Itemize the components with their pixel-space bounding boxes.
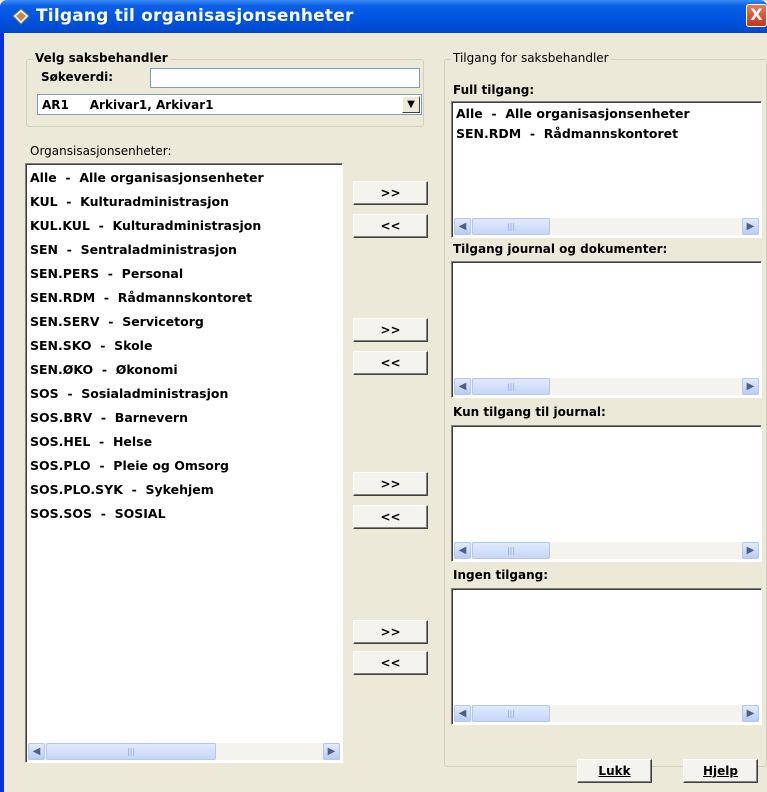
remove-journal-only-button[interactable]: << bbox=[353, 505, 428, 529]
add-full-access-button[interactable]: >> bbox=[353, 181, 428, 205]
scroll-left-icon[interactable]: ◀ bbox=[454, 378, 471, 395]
scroll-right-icon[interactable]: ▶ bbox=[742, 542, 759, 559]
journal-only-scrollbar[interactable]: ◀ ||| ▶ bbox=[454, 542, 759, 559]
scroll-thumb[interactable]: ||| bbox=[472, 378, 550, 395]
scroll-left-icon[interactable]: ◀ bbox=[454, 218, 471, 235]
caseworker-combo[interactable]: AR1 Arkivar1, Arkivar1 ▼ bbox=[37, 94, 422, 115]
full-access-label: Full tilgang: bbox=[453, 83, 535, 97]
add-no-access-button[interactable]: >> bbox=[353, 620, 428, 644]
scroll-thumb[interactable]: ||| bbox=[472, 542, 550, 559]
list-item[interactable]: SOS.PLO - Pleie og Omsorg bbox=[26, 454, 342, 478]
list-item[interactable]: SEN.RDM - Rådmannskontoret bbox=[26, 286, 342, 310]
list-item[interactable]: SEN.PERS - Personal bbox=[26, 262, 342, 286]
full-access-scrollbar[interactable]: ◀ ||| ▶ bbox=[454, 218, 759, 235]
dialog-body: Velg saksbehandler Søkeverdi: AR1 Arkiva… bbox=[0, 33, 767, 792]
help-button[interactable]: Hjelp bbox=[683, 759, 758, 783]
list-item[interactable]: Alle - Alle organisasjonsenheter bbox=[452, 104, 761, 124]
remove-no-access-button[interactable]: << bbox=[353, 651, 428, 675]
journal-doc-listbox[interactable]: ◀ ||| ▶ bbox=[451, 261, 762, 398]
list-item[interactable]: SEN.SERV - Servicetorg bbox=[26, 310, 342, 334]
scroll-left-icon[interactable]: ◀ bbox=[454, 542, 471, 559]
scroll-right-icon[interactable]: ▶ bbox=[742, 705, 759, 722]
chevron-down-icon[interactable]: ▼ bbox=[402, 96, 420, 113]
window-title: Tilgang til organisasjonsenheter bbox=[36, 6, 354, 26]
scroll-thumb[interactable]: ||| bbox=[46, 743, 216, 760]
title-bar[interactable]: Tilgang til organisasjonsenheter X bbox=[0, 0, 767, 33]
org-listbox[interactable]: Alle - Alle organisasjonsenheter KUL - Ku… bbox=[25, 163, 343, 763]
no-access-label: Ingen tilgang: bbox=[453, 568, 549, 582]
org-list-scrollbar[interactable]: ◀ ||| ▶ bbox=[28, 743, 340, 760]
search-input[interactable] bbox=[150, 68, 420, 88]
no-access-scrollbar[interactable]: ◀ ||| ▶ bbox=[454, 705, 759, 722]
scroll-track[interactable] bbox=[550, 378, 742, 395]
select-caseworker-group: Velg saksbehandler Søkeverdi: AR1 Arkiva… bbox=[26, 51, 424, 127]
list-item[interactable]: SEN.SKO - Skole bbox=[26, 334, 342, 358]
scroll-left-icon[interactable]: ◀ bbox=[28, 743, 45, 760]
list-item[interactable]: SOS.PLO.SYK - Sykehjem bbox=[26, 478, 342, 502]
caseworker-access-legend: Tilgang for saksbehandler bbox=[451, 51, 611, 65]
scroll-track[interactable] bbox=[550, 218, 742, 235]
close-button[interactable]: Lukk bbox=[577, 759, 652, 783]
no-access-listbox[interactable]: ◀ ||| ▶ bbox=[451, 588, 762, 725]
org-list-label: Organsisasjonsenheter: bbox=[30, 144, 172, 158]
scroll-left-icon[interactable]: ◀ bbox=[454, 705, 471, 722]
journal-doc-scrollbar[interactable]: ◀ ||| ▶ bbox=[454, 378, 759, 395]
list-item[interactable]: SOS.SOS - SOSIAL bbox=[26, 502, 342, 526]
scroll-track[interactable] bbox=[550, 542, 742, 559]
list-item[interactable]: SOS.HEL - Helse bbox=[26, 430, 342, 454]
full-access-items: Alle - Alle organisasjonsenheter SEN.RDM … bbox=[452, 102, 761, 144]
close-icon[interactable]: X bbox=[746, 4, 767, 27]
scroll-right-icon[interactable]: ▶ bbox=[323, 743, 340, 760]
list-item[interactable]: Alle - Alle organisasjonsenheter bbox=[26, 166, 342, 190]
list-item[interactable]: SEN - Sentraladministrasjon bbox=[26, 238, 342, 262]
full-access-listbox[interactable]: Alle - Alle organisasjonsenheter SEN.RDM … bbox=[451, 101, 762, 238]
remove-journal-doc-button[interactable]: << bbox=[353, 351, 428, 375]
list-item[interactable]: SOS - Sosialadministrasjon bbox=[26, 382, 342, 406]
select-caseworker-legend: Velg saksbehandler bbox=[33, 51, 170, 65]
add-journal-only-button[interactable]: >> bbox=[353, 472, 428, 496]
scroll-thumb[interactable]: ||| bbox=[472, 705, 550, 722]
caseworker-combo-value: AR1 Arkivar1, Arkivar1 bbox=[42, 97, 214, 112]
scroll-right-icon[interactable]: ▶ bbox=[742, 378, 759, 395]
journal-only-listbox[interactable]: ◀ ||| ▶ bbox=[451, 425, 762, 562]
list-item[interactable]: KUL - Kulturadministrasjon bbox=[26, 190, 342, 214]
list-item[interactable]: KUL.KUL - Kulturadministrasjon bbox=[26, 214, 342, 238]
list-item[interactable]: SOS.BRV - Barnevern bbox=[26, 406, 342, 430]
scroll-track[interactable] bbox=[550, 705, 742, 722]
app-icon bbox=[12, 8, 30, 25]
scroll-right-icon[interactable]: ▶ bbox=[742, 218, 759, 235]
journal-doc-label: Tilgang journal og dokumenter: bbox=[453, 242, 668, 256]
journal-only-label: Kun tilgang til journal: bbox=[453, 405, 606, 419]
list-item[interactable]: SEN.RDM - Rådmannskontoret bbox=[452, 124, 761, 144]
add-journal-doc-button[interactable]: >> bbox=[353, 318, 428, 342]
scroll-thumb[interactable]: ||| bbox=[472, 218, 550, 235]
search-label: Søkeverdi: bbox=[41, 70, 114, 84]
remove-full-access-button[interactable]: << bbox=[353, 214, 428, 238]
org-list-items: Alle - Alle organisasjonsenheter KUL - Ku… bbox=[26, 164, 342, 526]
scroll-track[interactable] bbox=[216, 743, 323, 760]
list-item[interactable]: SEN.ØKO - Økonomi bbox=[26, 358, 342, 382]
